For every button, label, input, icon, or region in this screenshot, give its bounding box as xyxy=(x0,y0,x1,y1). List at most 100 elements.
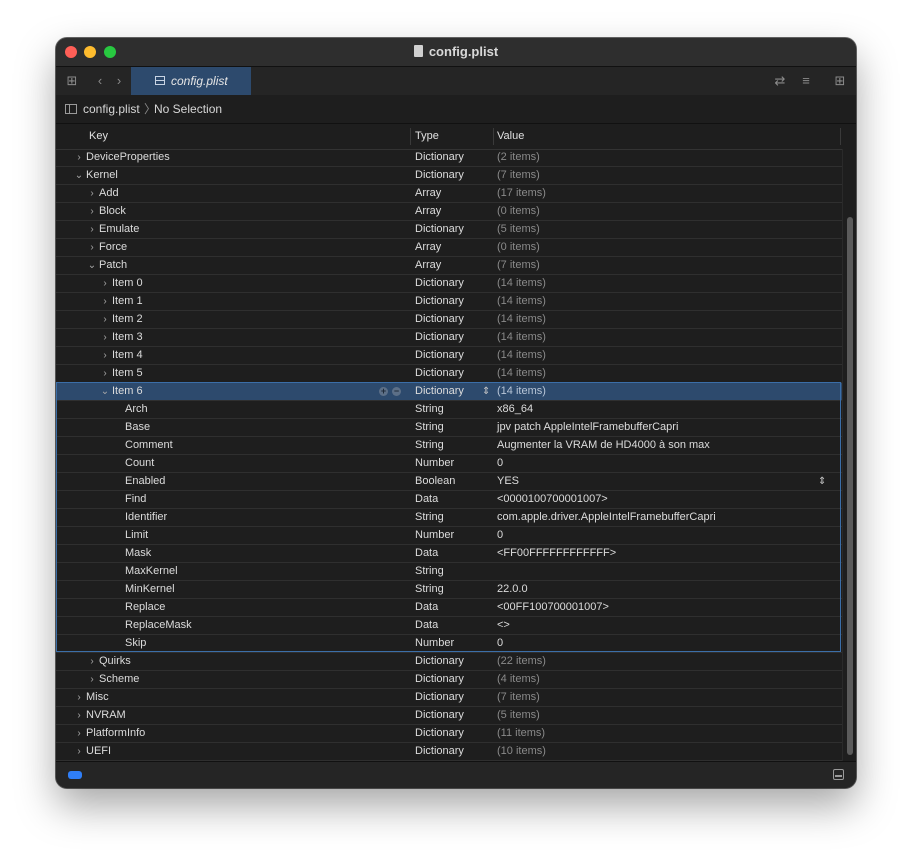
row-value[interactable]: (14 items) xyxy=(497,383,546,400)
tab-config-plist[interactable]: config.plist xyxy=(131,67,251,95)
disclosure-closed-icon[interactable]: › xyxy=(87,671,97,688)
table-row[interactable]: Count Number 0 xyxy=(56,455,842,473)
column-key[interactable]: Key xyxy=(89,124,108,149)
table-row[interactable]: › PlatformInfo Dictionary (11 items) xyxy=(56,725,842,743)
row-type[interactable]: Dictionary xyxy=(415,365,464,382)
row-type[interactable]: Array xyxy=(415,185,441,202)
row-value[interactable]: <FF00FFFFFFFFFFFF> xyxy=(497,545,616,562)
table-row[interactable]: Skip Number 0 xyxy=(56,635,842,653)
table-row[interactable]: Arch String x86_64 xyxy=(56,401,842,419)
add-item-icon[interactable]: + xyxy=(379,387,388,396)
vertical-scrollbar[interactable] xyxy=(842,149,856,761)
row-value[interactable]: <> xyxy=(497,617,510,634)
row-value[interactable]: (14 items) xyxy=(497,293,546,310)
row-type[interactable]: Boolean xyxy=(415,473,455,490)
forward-icon[interactable]: › xyxy=(111,73,127,89)
row-type[interactable]: Dictionary xyxy=(415,149,464,166)
table-row[interactable]: Enabled Boolean YES ⇕ xyxy=(56,473,842,491)
row-type[interactable]: Array xyxy=(415,257,441,274)
row-value[interactable]: Augmenter la VRAM de HD4000 à son max xyxy=(497,437,710,454)
row-key[interactable]: Limit xyxy=(125,527,148,544)
row-value[interactable]: (4 items) xyxy=(497,671,540,688)
row-value[interactable]: com.apple.driver.AppleIntelFramebufferCa… xyxy=(497,509,716,526)
lines-icon[interactable]: ≡ xyxy=(796,73,816,89)
table-row[interactable]: Comment String Augmenter la VRAM de HD4000… xyxy=(56,437,842,455)
disclosure-closed-icon[interactable]: › xyxy=(74,689,84,706)
row-key[interactable]: Quirks xyxy=(99,653,131,670)
row-key[interactable]: Enabled xyxy=(125,473,165,490)
row-value[interactable]: <00FF100700001007> xyxy=(497,599,609,616)
row-value[interactable]: (11 items) xyxy=(497,725,545,742)
row-type[interactable]: Dictionary xyxy=(415,167,464,184)
row-type[interactable]: Data xyxy=(415,491,438,508)
table-row[interactable]: Replace Data <00FF100700001007> xyxy=(56,599,842,617)
row-value[interactable]: jpv patch AppleIntelFramebufferCapri xyxy=(497,419,678,436)
row-type[interactable]: Array xyxy=(415,239,441,256)
row-value[interactable]: (5 items) xyxy=(497,707,540,724)
table-row[interactable]: › Item 5 Dictionary (14 items) xyxy=(56,365,842,383)
row-key[interactable]: Identifier xyxy=(125,509,167,526)
row-key[interactable]: Item 5 xyxy=(112,365,143,382)
row-value[interactable]: (14 items) xyxy=(497,347,546,364)
row-type[interactable]: Dictionary xyxy=(415,653,464,670)
row-value[interactable]: 0 xyxy=(497,527,503,544)
row-type[interactable]: Dictionary xyxy=(415,671,464,688)
row-value[interactable]: (10 items) xyxy=(497,743,546,760)
row-type[interactable]: Dictionary xyxy=(415,725,464,742)
row-type[interactable]: Dictionary xyxy=(415,383,464,400)
boolean-popup-icon[interactable]: ⇕ xyxy=(818,473,826,490)
remove-item-icon[interactable]: − xyxy=(392,387,401,396)
row-key[interactable]: Emulate xyxy=(99,221,139,238)
disclosure-open-icon[interactable]: ⌄ xyxy=(100,383,110,400)
row-type[interactable]: Data xyxy=(415,599,438,616)
scrollbar-thumb[interactable] xyxy=(847,217,853,755)
row-key[interactable]: MaxKernel xyxy=(125,563,178,580)
table-row[interactable]: Base String jpv patch AppleIntelFramebuffe… xyxy=(56,419,842,437)
row-key[interactable]: Misc xyxy=(86,689,109,706)
row-value[interactable]: (14 items) xyxy=(497,365,546,382)
row-value[interactable]: (14 items) xyxy=(497,329,546,346)
table-row[interactable]: MaxKernel String xyxy=(56,563,842,581)
table-row[interactable]: › Item 1 Dictionary (14 items) xyxy=(56,293,842,311)
row-key[interactable]: Replace xyxy=(125,599,165,616)
breadcrumb-selection[interactable]: No Selection xyxy=(154,95,222,123)
row-key[interactable]: Base xyxy=(125,419,150,436)
row-key[interactable]: Force xyxy=(99,239,127,256)
grid-icon[interactable]: ⊞ xyxy=(64,73,80,89)
row-value[interactable]: 0 xyxy=(497,455,503,472)
disclosure-closed-icon[interactable]: › xyxy=(87,239,97,256)
column-type[interactable]: Type xyxy=(415,124,439,149)
row-key[interactable]: Item 6 xyxy=(112,383,143,400)
row-value[interactable]: (5 items) xyxy=(497,221,540,238)
console-toggle-icon[interactable] xyxy=(833,769,844,780)
row-value[interactable]: (7 items) xyxy=(497,689,540,706)
row-value[interactable]: (14 items) xyxy=(497,311,546,328)
disclosure-closed-icon[interactable]: › xyxy=(100,347,110,364)
table-row[interactable]: ReplaceMask Data <> xyxy=(56,617,842,635)
back-icon[interactable]: ‹ xyxy=(92,73,108,89)
disclosure-open-icon[interactable]: ⌄ xyxy=(74,167,84,184)
row-type[interactable]: String xyxy=(415,437,444,454)
row-type[interactable]: String xyxy=(415,581,444,598)
row-type[interactable]: Dictionary xyxy=(415,275,464,292)
table-row[interactable]: › Block Array (0 items) xyxy=(56,203,842,221)
row-type[interactable]: Array xyxy=(415,203,441,220)
row-value[interactable]: YES xyxy=(497,473,519,490)
row-type[interactable]: String xyxy=(415,401,444,418)
table-row[interactable]: › Force Array (0 items) xyxy=(56,239,842,257)
table-row[interactable]: › Item 0 Dictionary (14 items) xyxy=(56,275,842,293)
swap-icon[interactable]: ⇄ xyxy=(772,73,788,89)
table-row[interactable]: › DeviceProperties Dictionary (2 items) xyxy=(56,149,842,167)
row-key[interactable]: Find xyxy=(125,491,146,508)
table-row[interactable]: ⌄ Patch Array (7 items) xyxy=(56,257,842,275)
table-row[interactable]: › NVRAM Dictionary (5 items) xyxy=(56,707,842,725)
table-row[interactable]: Mask Data <FF00FFFFFFFFFFFF> xyxy=(56,545,842,563)
row-key[interactable]: Add xyxy=(99,185,119,202)
disclosure-closed-icon[interactable]: › xyxy=(100,329,110,346)
disclosure-closed-icon[interactable]: › xyxy=(87,185,97,202)
row-key[interactable]: Item 2 xyxy=(112,311,143,328)
row-value[interactable]: (7 items) xyxy=(497,257,540,274)
row-type[interactable]: Data xyxy=(415,545,438,562)
row-value[interactable]: (0 items) xyxy=(497,203,540,220)
disclosure-closed-icon[interactable]: › xyxy=(87,653,97,670)
